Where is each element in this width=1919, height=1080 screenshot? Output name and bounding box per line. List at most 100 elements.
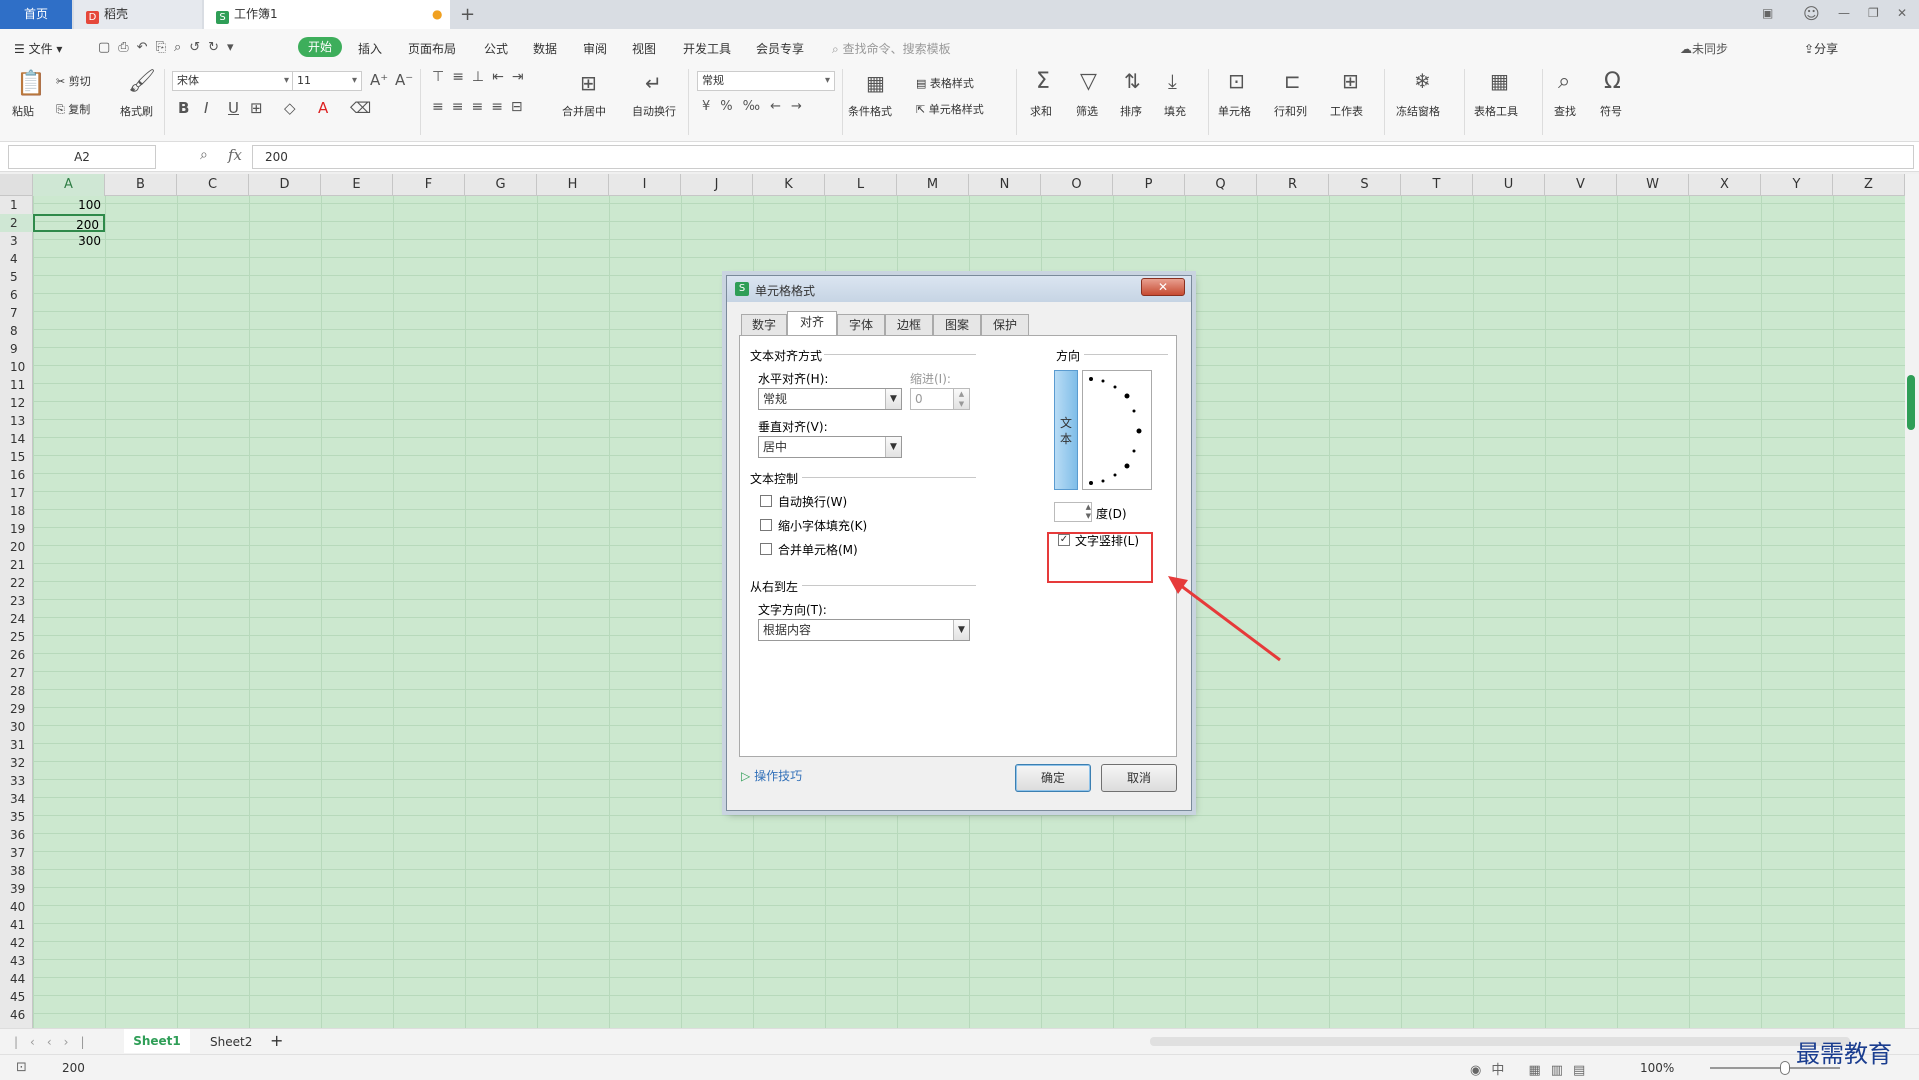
formula-input[interactable]: 200 (252, 145, 1914, 169)
row-header-24[interactable]: 24 (0, 610, 33, 628)
row-header-22[interactable]: 22 (0, 574, 33, 592)
worksheet-button[interactable]: 工作表 (1330, 103, 1363, 119)
row-header-16[interactable]: 16 (0, 466, 33, 484)
copy-button[interactable]: ⎘ 复制 (56, 101, 90, 117)
column-header-c[interactable]: C (177, 174, 249, 196)
row-header-35[interactable]: 35 (0, 808, 33, 826)
merge-cells-checkbox[interactable] (760, 543, 772, 555)
number-format-select[interactable]: 常规 (697, 71, 835, 91)
row-header-7[interactable]: 7 (0, 304, 33, 322)
macro-record-icon[interactable]: ⊡ (16, 1060, 27, 1075)
quick-access-icons[interactable]: ▢⎙↶⎘⌕↺↻▾ (98, 40, 242, 55)
tab-protection[interactable]: 保护 (981, 314, 1029, 336)
menu-page-layout[interactable]: 页面布局 (408, 40, 456, 57)
row-header-5[interactable]: 5 (0, 268, 33, 286)
zoom-level[interactable]: 100% (1640, 1061, 1674, 1075)
row-header-27[interactable]: 27 (0, 664, 33, 682)
row-header-39[interactable]: 39 (0, 880, 33, 898)
new-tab-button[interactable]: + (460, 4, 475, 25)
vertical-text-orientation[interactable]: 文本 (1054, 370, 1078, 490)
fill-color-icon[interactable]: ◇ (284, 99, 296, 117)
align-top-middle-bottom-icons[interactable]: ⊤≡⊥⇤⇥ (432, 69, 532, 85)
bold-icon[interactable]: B (178, 99, 189, 117)
fill-button[interactable]: 填充 (1164, 103, 1186, 119)
row-header-29[interactable]: 29 (0, 700, 33, 718)
row-header-21[interactable]: 21 (0, 556, 33, 574)
name-box[interactable]: A2 (8, 145, 156, 169)
degree-spinner[interactable]: ▲ ▼ (1054, 502, 1092, 522)
table-style-button[interactable]: ▤ 表格样式 (916, 75, 974, 91)
row-header-17[interactable]: 17 (0, 484, 33, 502)
format-painter-button[interactable]: 格式刷 (120, 103, 153, 119)
freeze-panes-button[interactable]: 冻结窗格 (1396, 103, 1440, 119)
number-format-icons[interactable]: ¥%‰←→ (702, 99, 812, 114)
column-header-g[interactable]: G (465, 174, 537, 196)
row-header-40[interactable]: 40 (0, 898, 33, 916)
row-header-6[interactable]: 6 (0, 286, 33, 304)
row-header-43[interactable]: 43 (0, 952, 33, 970)
wrap-text-checkbox[interactable] (760, 495, 772, 507)
menu-view[interactable]: 视图 (632, 40, 656, 57)
column-header-x[interactable]: X (1689, 174, 1761, 196)
italic-icon[interactable]: I (204, 99, 208, 117)
menu-formula[interactable]: 公式 (484, 40, 508, 57)
orientation-dial[interactable] (1082, 370, 1152, 490)
tab-border[interactable]: 边框 (885, 314, 933, 336)
sort-button[interactable]: 排序 (1120, 103, 1142, 119)
row-header-10[interactable]: 10 (0, 358, 33, 376)
horizontal-scrollbar[interactable] (1150, 1037, 1850, 1046)
cell-button[interactable]: 单元格 (1218, 103, 1251, 119)
row-header-42[interactable]: 42 (0, 934, 33, 952)
sync-status[interactable]: ☁未同步 (1680, 40, 1728, 57)
fx-icon[interactable]: fx (228, 146, 242, 164)
row-header-46[interactable]: 46 (0, 1006, 33, 1024)
align-left-center-right-icons[interactable]: ≡≡≡≡⊟ (432, 99, 531, 115)
table-tools-button[interactable]: 表格工具 (1474, 103, 1518, 119)
text-direction-select[interactable]: 根据内容 ▼ (758, 619, 970, 641)
underline-icon[interactable]: U (228, 99, 239, 117)
row-header-38[interactable]: 38 (0, 862, 33, 880)
column-header-r[interactable]: R (1257, 174, 1329, 196)
row-header-45[interactable]: 45 (0, 988, 33, 1006)
row-header-32[interactable]: 32 (0, 754, 33, 772)
select-all-corner[interactable] (0, 174, 33, 196)
filter-button[interactable]: 筛选 (1076, 103, 1098, 119)
row-header-4[interactable]: 4 (0, 250, 33, 268)
h-align-select[interactable]: 常规 ▼ (758, 388, 902, 410)
row-header-8[interactable]: 8 (0, 322, 33, 340)
menu-start[interactable]: 开始 (298, 37, 342, 57)
tips-link[interactable]: ▷ 操作技巧 (741, 767, 802, 784)
column-header-b[interactable]: B (105, 174, 177, 196)
cancel-button[interactable]: 取消 (1101, 764, 1177, 792)
row-header-1[interactable]: 1 (0, 196, 33, 214)
column-header-w[interactable]: W (1617, 174, 1689, 196)
column-header-y[interactable]: Y (1761, 174, 1833, 196)
sum-button[interactable]: 求和 (1030, 103, 1052, 119)
border-icon[interactable]: ⊞ (250, 99, 263, 117)
column-header-t[interactable]: T (1401, 174, 1473, 196)
row-header-14[interactable]: 14 (0, 430, 33, 448)
column-header-h[interactable]: H (537, 174, 609, 196)
column-header-a[interactable]: A (33, 174, 105, 196)
cell-a2[interactable]: 200 (33, 214, 105, 232)
row-header-25[interactable]: 25 (0, 628, 33, 646)
conditional-format-button[interactable]: 条件格式 (848, 103, 892, 119)
indent-spinner[interactable]: 0 ▲ ▼ (910, 388, 970, 410)
column-header-m[interactable]: M (897, 174, 969, 196)
column-header-k[interactable]: K (753, 174, 825, 196)
file-menu[interactable]: ☰ 文件 ▾ (14, 40, 62, 57)
zoom-slider-thumb[interactable] (1780, 1061, 1790, 1075)
menu-data[interactable]: 数据 (533, 40, 557, 57)
paste-button[interactable]: 粘贴 (12, 103, 34, 119)
row-header-31[interactable]: 31 (0, 736, 33, 754)
row-header-36[interactable]: 36 (0, 826, 33, 844)
menu-developer[interactable]: 开发工具 (683, 40, 731, 57)
row-header-41[interactable]: 41 (0, 916, 33, 934)
vertical-scroll-thumb[interactable] (1907, 375, 1915, 430)
v-align-select[interactable]: 居中 ▼ (758, 436, 902, 458)
minimize-icon[interactable]: — (1838, 6, 1850, 20)
shrink-fit-checkbox[interactable] (760, 519, 772, 531)
column-header-z[interactable]: Z (1833, 174, 1905, 196)
menu-insert[interactable]: 插入 (358, 40, 382, 57)
menu-member[interactable]: 会员专享 (756, 40, 804, 57)
